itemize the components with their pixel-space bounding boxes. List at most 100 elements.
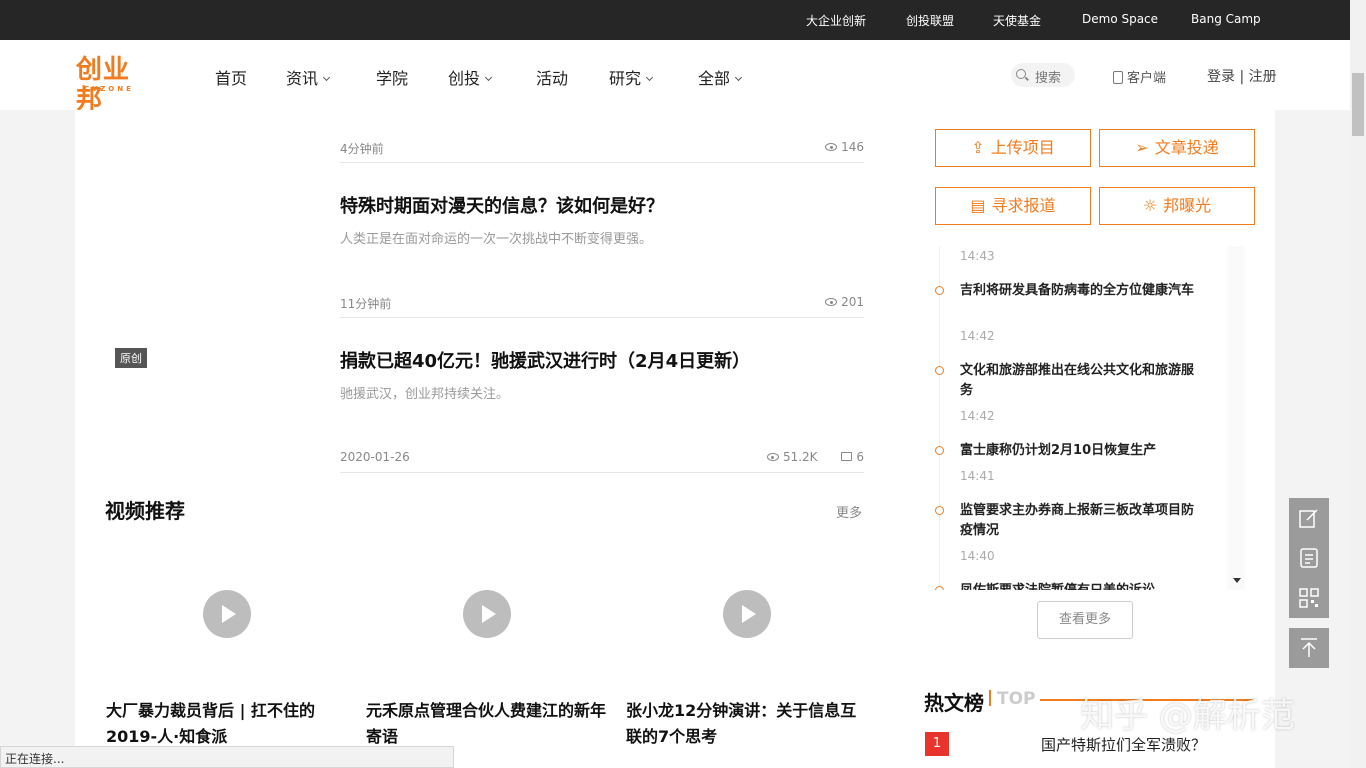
- feed-time: 14:42: [960, 329, 995, 343]
- video-title[interactable]: 张小龙12分钟演讲：关于信息互联的7个思考: [626, 698, 866, 750]
- timeline-dot-icon: [935, 286, 944, 295]
- timeline-dot-icon: [935, 506, 944, 515]
- article-stats: 51.2K 6: [766, 450, 864, 464]
- submit-article-button[interactable]: ➢ 文章投递: [1099, 129, 1255, 167]
- button-label: 邦曝光: [1163, 196, 1212, 215]
- upload-project-button[interactable]: ⇪ 上传项目: [935, 129, 1091, 167]
- play-icon[interactable]: [203, 590, 251, 638]
- timeline-dot-icon: [935, 586, 944, 590]
- site-logo[interactable]: 创业邦 CYZONE: [76, 55, 156, 115]
- feed-text: 富士康称仍计划2月10日恢复生产: [960, 443, 1157, 458]
- client-label: 客户端: [1127, 71, 1167, 86]
- edit-icon[interactable]: [1297, 506, 1321, 530]
- article-views: 201: [825, 295, 864, 309]
- feed-time: 14:40: [960, 549, 995, 563]
- nav-item-venture[interactable]: 创投: [448, 65, 493, 89]
- nav-item-academy[interactable]: 学院: [376, 65, 408, 89]
- nav-item-all[interactable]: 全部: [698, 65, 743, 89]
- document-icon: ▤: [970, 196, 986, 215]
- article-time: 2020-01-26: [340, 450, 410, 464]
- video-title[interactable]: 大厂暴力裁员背后 | 扛不住的2019-人·知食派: [106, 698, 346, 750]
- upload-icon: ⇪: [971, 138, 985, 157]
- watermark: 知乎 @解析范: [1080, 696, 1295, 736]
- article-time: 11分钟前: [340, 297, 392, 311]
- feed-text: 文化和旅游部推出在线公共文化和旅游服务: [960, 363, 1195, 398]
- top-bar: 大企业创新 创投联盟 天使基金 Demo Space Bang Camp: [0, 0, 1350, 40]
- eye-icon: [766, 453, 779, 461]
- scrollbar-thumb[interactable]: [1352, 73, 1364, 136]
- timeline-dot-icon: [935, 446, 944, 455]
- chevron-down-icon: [734, 73, 743, 82]
- chevron-down-icon: [322, 73, 331, 82]
- view-more-button[interactable]: 查看更多: [1037, 601, 1133, 639]
- bang-expose-button[interactable]: ☼ 邦曝光: [1099, 187, 1255, 225]
- button-label: 寻求报道: [991, 196, 1056, 215]
- comments-stat: 6: [841, 450, 864, 464]
- comments-count: 6: [856, 450, 864, 464]
- article-desc: 人类正是在面对命运的一次一次挑战中不断变得更强。: [340, 232, 653, 247]
- feed-text: 监管要求主办券商上报新三板改革项目防疫情况: [960, 503, 1195, 538]
- nav-item-label: 首页: [215, 69, 248, 88]
- hot-article-link[interactable]: 国产特斯拉们全军溃败？: [1041, 734, 1206, 755]
- article-time: 4分钟前: [340, 142, 384, 156]
- back-to-top-button[interactable]: [1289, 628, 1329, 668]
- nav-item-label: 创投: [448, 69, 481, 88]
- login-register-link[interactable]: 登录 | 注册: [1207, 66, 1277, 86]
- note-icon[interactable]: [1297, 546, 1321, 570]
- nav-item-research[interactable]: 研究: [609, 65, 654, 89]
- main-nav: 创业邦 CYZONE 首页 资讯 学院 创投 活动 研究 全部 搜索 客户端 登…: [0, 40, 1350, 115]
- nav-item-label: 学院: [376, 69, 409, 88]
- search-icon: [1016, 69, 1026, 79]
- nav-item-home[interactable]: 首页: [215, 65, 247, 89]
- feed-time: 14:42: [960, 409, 995, 423]
- button-label: 文章投递: [1154, 138, 1219, 157]
- nav-item-label: 研究: [609, 69, 642, 88]
- button-label: 上传项目: [990, 138, 1055, 157]
- play-icon[interactable]: [723, 590, 771, 638]
- views-count: 146: [841, 140, 864, 154]
- article-title[interactable]: 特殊时期面对漫天的信息？该如何是好？: [340, 192, 664, 218]
- eye-icon: [825, 298, 838, 306]
- article-title[interactable]: 捐款已超40亿元！驰援武汉进行时（2月4日更新）: [340, 347, 750, 373]
- topbar-link-bang-camp[interactable]: Bang Camp: [1191, 12, 1261, 26]
- sun-icon: ☼: [1142, 196, 1158, 215]
- hot-articles-title: 热文榜: [924, 691, 984, 715]
- scroll-down-arrow-icon[interactable]: [1233, 578, 1241, 583]
- floating-toolbar: [1289, 498, 1329, 618]
- request-coverage-button[interactable]: ▤ 寻求报道: [935, 187, 1091, 225]
- chevron-down-icon: [484, 73, 493, 82]
- qr-code-icon[interactable]: [1297, 586, 1321, 610]
- topbar-link-alliance[interactable]: 创投联盟: [906, 12, 954, 29]
- feed-text: 吉利将研发具备防病毒的全方位健康汽车: [960, 283, 1195, 298]
- article-meta: 4分钟前 146: [340, 140, 864, 157]
- topbar-link-demo-space[interactable]: Demo Space: [1082, 12, 1158, 26]
- phone-icon: [1113, 71, 1123, 84]
- nav-item-label: 全部: [698, 69, 731, 88]
- rank-badge: 1: [925, 732, 949, 756]
- chevron-down-icon: [645, 73, 654, 82]
- topbar-link-angel-fund[interactable]: 天使基金: [993, 12, 1041, 29]
- timeline-dot-icon: [935, 366, 944, 375]
- divider: [340, 162, 864, 163]
- nav-item-news[interactable]: 资讯: [286, 65, 331, 89]
- article-meta: 2020-01-26 51.2K 6: [340, 450, 864, 464]
- comment-icon: [841, 452, 853, 461]
- page-scrollbar[interactable]: [1350, 0, 1366, 768]
- client-download-link[interactable]: 客户端: [1113, 67, 1166, 86]
- play-icon[interactable]: [463, 590, 511, 638]
- video-more-link[interactable]: 更多: [836, 502, 862, 521]
- search-label: 搜索: [1035, 71, 1062, 86]
- views-count: 201: [841, 295, 864, 309]
- paper-plane-icon: ➢: [1135, 138, 1149, 157]
- nav-item-events[interactable]: 活动: [536, 65, 568, 89]
- video-title[interactable]: 元禾原点管理合伙人费建江的新年寄语: [366, 698, 606, 750]
- arrow-up-icon: [1301, 638, 1317, 657]
- feed-time: 14:43: [960, 249, 995, 263]
- news-feed: 14:43 吉利将研发具备防病毒的全方位健康汽车 14:42 文化和旅游部推出在…: [934, 246, 1245, 590]
- topbar-link-enterprise[interactable]: 大企业创新: [806, 12, 866, 29]
- divider: [340, 317, 864, 318]
- browser-status-bar: 正在连接...: [0, 746, 454, 768]
- original-badge: 原创: [115, 348, 147, 368]
- search-box[interactable]: 搜索: [1011, 63, 1075, 87]
- nav-item-label: 活动: [536, 69, 569, 88]
